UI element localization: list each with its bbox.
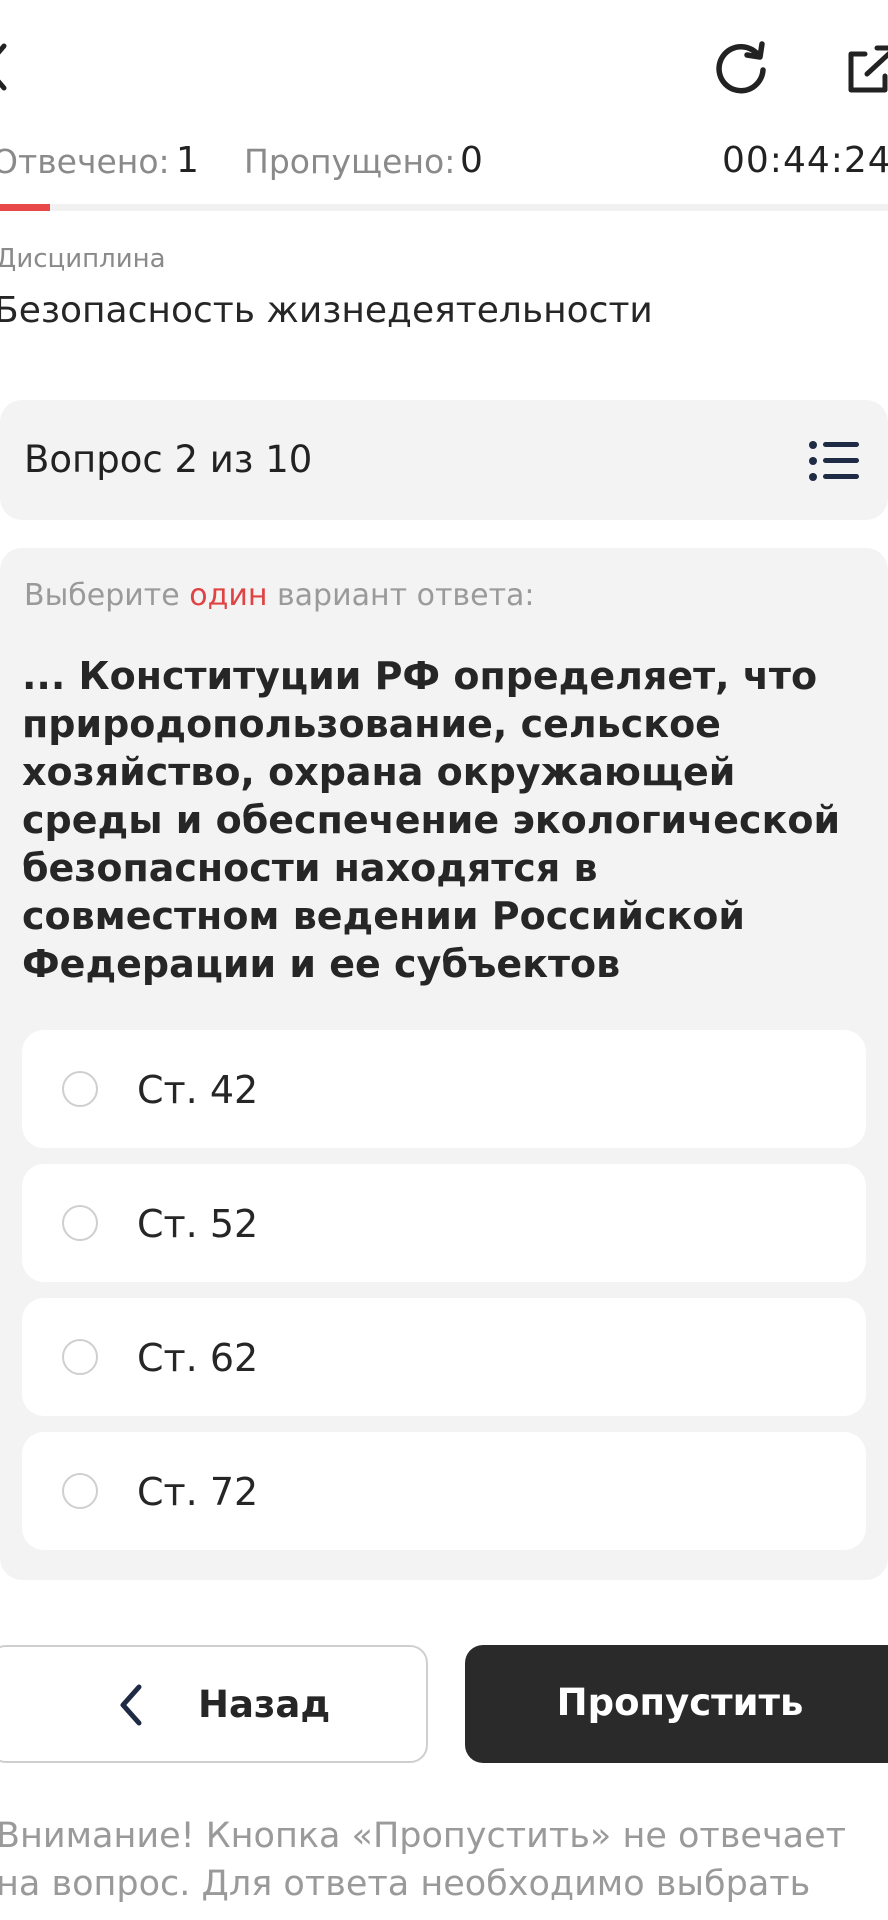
skip-button-label: Пропустить [556,1681,804,1724]
instruction-prefix: Выберите [24,578,190,613]
skip-button[interactable]: Пропустить [465,1645,888,1763]
option-item[interactable]: Ст. 72 [22,1432,866,1550]
back-button-label: Назад [198,1683,331,1726]
option-label: Ст. 62 [137,1336,259,1380]
skipped-count: 0 [460,140,483,181]
skip-notice: Внимание! Кнопка «Пропустить» не отвечае… [0,1816,846,1904]
discipline-label: Дисциплина [0,244,166,274]
discipline-value: Безопасность жизнедеятельности [0,290,653,331]
option-label: Ст. 72 [137,1470,259,1514]
option-item[interactable]: Ст. 62 [22,1298,866,1416]
question-text: ... Конституции РФ определяет, что приро… [22,654,841,986]
radio-button[interactable] [62,1473,98,1509]
question-counter: Вопрос 2 из 10 [24,438,313,481]
instruction-suffix: вариант ответа: [267,578,535,613]
progress-track [0,204,888,211]
chevron-left-icon [118,1683,144,1727]
instruction-highlight: один [189,578,268,613]
answered-label: Отвечено: [0,142,170,181]
skipped-label: Пропущено: [244,142,456,181]
reload-icon[interactable] [712,38,770,96]
timer: 00:44:24 [722,140,888,181]
answered-count: 1 [176,140,199,181]
progress-fill [0,204,50,211]
radio-button[interactable] [62,1071,98,1107]
instruction: Выберите один вариант ответа: [24,578,535,613]
back-button[interactable]: Назад [0,1645,428,1763]
option-label: Ст. 52 [137,1202,259,1246]
radio-button[interactable] [62,1205,98,1241]
list-icon[interactable] [808,440,862,482]
share-icon[interactable] [845,44,888,94]
option-label: Ст. 42 [137,1068,259,1112]
radio-button[interactable] [62,1339,98,1375]
back-chevron-icon[interactable] [0,42,8,92]
option-item[interactable]: Ст. 42 [22,1030,866,1148]
option-item[interactable]: Ст. 52 [22,1164,866,1282]
